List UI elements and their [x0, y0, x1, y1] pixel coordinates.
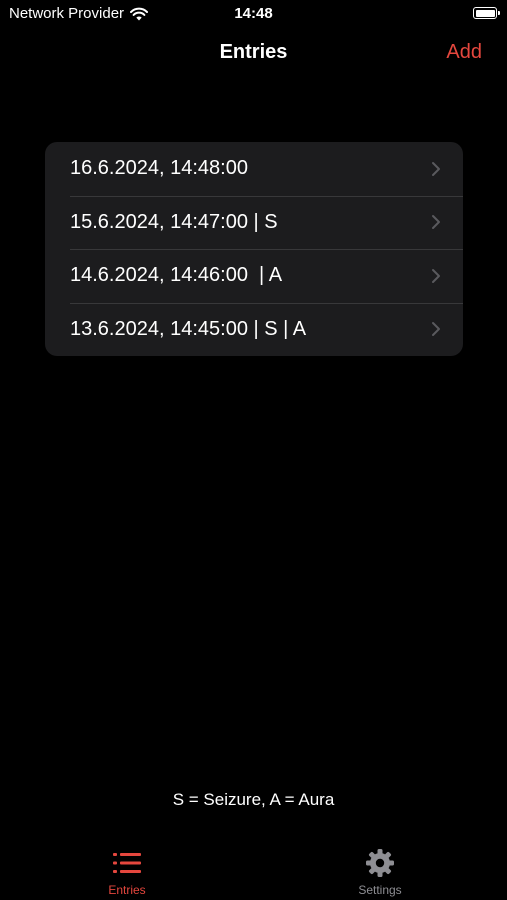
list-icon	[113, 853, 141, 873]
entries-list: 16.6.2024, 14:48:00 15.6.2024, 14:47:00 …	[45, 142, 463, 356]
list-item[interactable]: 15.6.2024, 14:47:00 | S	[45, 195, 463, 250]
entry-label: 14.6.2024, 14:46:00 | A	[70, 264, 283, 287]
page-title: Entries	[219, 41, 288, 63]
chevron-right-icon	[432, 268, 440, 283]
tab-settings[interactable]: Settings	[320, 838, 440, 897]
status-bar: Network Provider 14:48	[0, 0, 507, 28]
list-item[interactable]: 14.6.2024, 14:46:00 | A	[45, 249, 463, 303]
entry-label: 13.6.2024, 14:45:00 | S | A	[70, 317, 307, 340]
chevron-right-icon	[432, 161, 440, 176]
add-button[interactable]: Add	[446, 41, 482, 64]
entry-label: 15.6.2024, 14:47:00 | S	[70, 210, 278, 233]
status-time: 14:48	[234, 5, 273, 22]
list-item[interactable]: 16.6.2024, 14:48:00	[45, 142, 463, 196]
tab-bar: Entries Settings	[0, 838, 507, 900]
legend-text: S = Seizure, A = Aura	[172, 790, 335, 809]
battery-fill	[475, 9, 495, 17]
tab-entries[interactable]: Entries	[67, 838, 187, 897]
chevron-right-icon	[432, 215, 440, 230]
battery-cap	[498, 11, 500, 15]
battery-icon	[473, 7, 500, 19]
tab-label: Settings	[358, 883, 402, 897]
gear-icon	[366, 849, 394, 877]
list-item[interactable]: 13.6.2024, 14:45:00 | S | A	[45, 302, 463, 357]
tab-label: Entries	[108, 883, 146, 897]
chevron-right-icon	[432, 322, 440, 337]
nav-bar: Entries Add	[0, 34, 507, 72]
entry-label: 16.6.2024, 14:48:00	[70, 157, 248, 180]
